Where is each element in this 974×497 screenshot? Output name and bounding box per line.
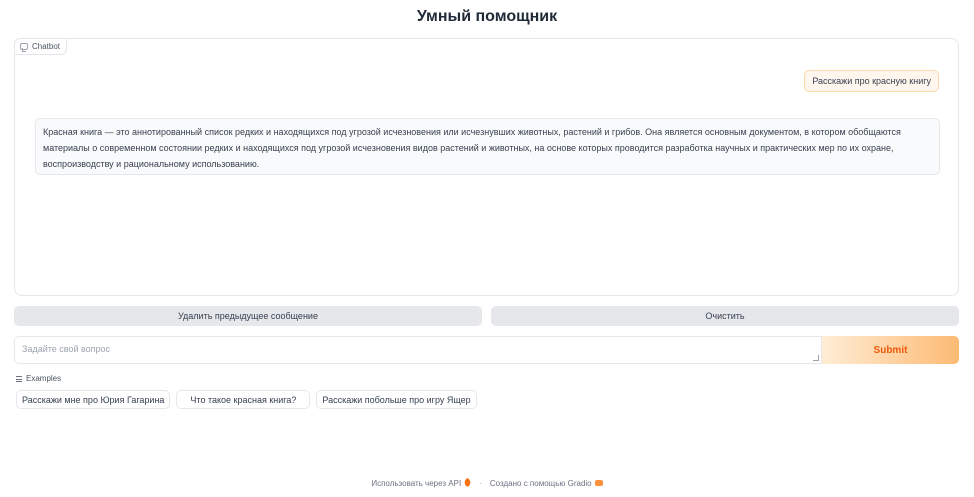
undo-button[interactable]: Удалить предыдущее сообщение (14, 306, 482, 326)
example-item[interactable]: Расскажи мне про Юрия Гагарина (16, 390, 171, 409)
example-item[interactable]: Расскажи побольше про игру Ящер (316, 390, 477, 409)
gradio-logo-icon (594, 480, 603, 486)
footer-separator: · (479, 479, 482, 488)
chatbot-label-text: Chatbot (32, 42, 61, 51)
chatbot-label: Chatbot (14, 38, 68, 55)
submit-button[interactable]: Submit (822, 336, 959, 364)
example-item[interactable]: Что такое красная книга? (176, 390, 311, 409)
chatbot-panel: Chatbot Расскажи про красную книгу Красн… (14, 38, 959, 296)
gradio-link[interactable]: Создано с помощью Gradio (490, 479, 603, 488)
assistant-message: Красная книга — это аннотированный списо… (35, 118, 940, 175)
question-input[interactable]: Задайте свой вопрос (14, 336, 822, 364)
user-message: Расскажи про красную книгу (804, 70, 939, 92)
list-icon (16, 375, 22, 382)
examples-label: Examples (16, 374, 61, 383)
page-title: Умный помощник (416, 8, 558, 25)
rocket-icon (462, 477, 473, 488)
footer: Использовать через API · Создано с помощ… (0, 477, 974, 488)
resize-handle-icon[interactable] (813, 355, 819, 361)
chat-icon (20, 43, 28, 52)
examples-list: Расскажи мне про Юрия Гагарина Что такое… (16, 390, 477, 409)
api-link[interactable]: Использовать через API (371, 477, 473, 488)
question-input-placeholder: Задайте свой вопрос (22, 344, 111, 354)
examples-label-text: Examples (26, 374, 62, 383)
clear-button[interactable]: Очистить (491, 306, 959, 326)
